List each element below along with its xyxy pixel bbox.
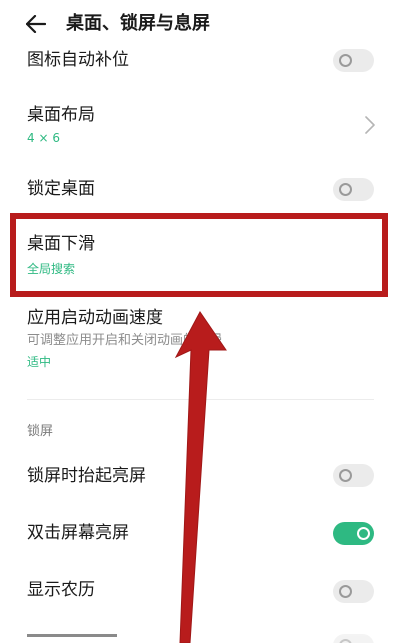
row-label: 显示农历 <box>27 580 95 600</box>
toggle-lunar-calendar[interactable] <box>333 580 374 603</box>
toggle-knob <box>339 183 352 196</box>
section-label-lock-screen: 锁屏 <box>27 424 54 439</box>
toggle-knob <box>339 639 352 643</box>
row-lock-desktop[interactable]: 锁定桌面 <box>0 168 400 212</box>
toggle-knob <box>357 527 370 540</box>
toggle-double-tap-wake[interactable] <box>333 522 374 545</box>
row-label: 桌面布局 <box>27 105 95 125</box>
settings-screen: 桌面、锁屏与息屏 图标自动补位 桌面布局 4 × 6 锁定桌面 桌面下滑 全局搜… <box>0 0 400 643</box>
row-label: 桌面下滑 <box>27 234 95 254</box>
row-partial-next <box>0 628 400 643</box>
top-bar: 桌面、锁屏与息屏 <box>0 0 400 48</box>
toggle-knob <box>339 54 352 67</box>
toggle-raise-to-wake[interactable] <box>333 464 374 487</box>
section-divider <box>27 399 374 400</box>
row-raise-to-wake[interactable]: 锁屏时抬起亮屏 <box>0 454 400 498</box>
row-value: 适中 <box>27 355 52 369</box>
row-value: 全局搜索 <box>27 262 76 276</box>
row-double-tap-wake[interactable]: 双击屏幕亮屏 <box>0 511 400 555</box>
page-title: 桌面、锁屏与息屏 <box>66 13 210 34</box>
toggle-icon-autofill[interactable] <box>333 49 374 72</box>
toggle-knob <box>339 585 352 598</box>
toggle-lock-desktop[interactable] <box>333 178 374 201</box>
arrow-left-icon <box>26 15 46 33</box>
row-label: 双击屏幕亮屏 <box>27 523 129 543</box>
row-label-cut-off <box>27 634 117 643</box>
row-label: 锁定桌面 <box>27 179 95 199</box>
row-label: 锁屏时抬起亮屏 <box>27 466 146 486</box>
row-app-animation-speed[interactable]: 应用启动动画速度 可调整应用开启和关闭动画的快慢 适中 <box>0 300 400 380</box>
toggle-partial <box>333 634 374 643</box>
toggle-knob <box>339 469 352 482</box>
row-description: 可调整应用开启和关闭动画的快慢 <box>27 333 223 348</box>
row-value: 4 × 6 <box>27 131 60 145</box>
row-label: 图标自动补位 <box>27 50 129 70</box>
row-label: 应用启动动画速度 <box>27 308 163 328</box>
row-lunar-calendar[interactable]: 显示农历 <box>0 568 400 612</box>
row-desktop-layout[interactable]: 桌面布局 4 × 6 <box>0 96 400 156</box>
chevron-right-icon <box>365 116 375 134</box>
row-desktop-swipe-down[interactable]: 桌面下滑 全局搜索 <box>0 222 400 288</box>
back-button[interactable] <box>22 12 50 36</box>
